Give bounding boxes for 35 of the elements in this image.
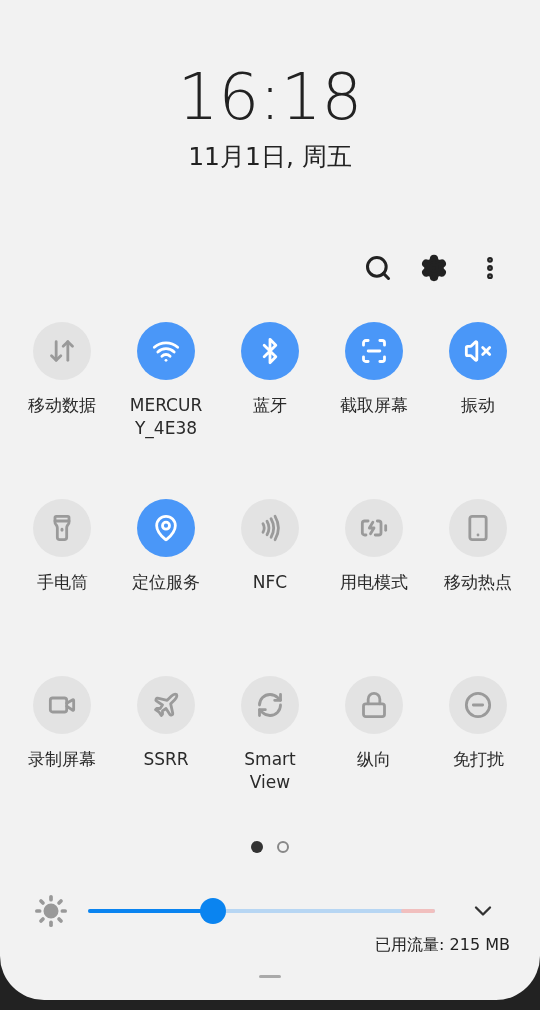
toggle-label: 截取屏幕 bbox=[340, 394, 408, 417]
toggle-button[interactable] bbox=[241, 322, 299, 380]
minus-circle-icon bbox=[464, 691, 492, 719]
toggle-label: MERCUR Y_4E38 bbox=[129, 394, 203, 440]
toggle-label: 移动数据 bbox=[28, 394, 96, 417]
toggle-label: 免打扰 bbox=[452, 748, 504, 771]
toggle-label: 蓝牙 bbox=[253, 394, 287, 417]
brightness-icon bbox=[34, 894, 68, 928]
toggle-label: 纵向 bbox=[357, 748, 391, 771]
toggle-label: 用电模式 bbox=[340, 571, 408, 594]
cycle-icon bbox=[256, 691, 284, 719]
toggle-label: 手电筒 bbox=[36, 571, 88, 594]
slider-thumb[interactable] bbox=[199, 898, 226, 924]
toggle-label: 振动 bbox=[461, 394, 495, 417]
date-text: 11月1日, 周五 bbox=[188, 141, 352, 173]
toggle-button[interactable] bbox=[345, 322, 403, 380]
toggle-button[interactable] bbox=[449, 322, 507, 380]
toggle-button[interactable] bbox=[137, 499, 195, 557]
toggle-label: NFC bbox=[252, 571, 288, 594]
toggle-label: 移动热点 bbox=[444, 571, 512, 594]
mute-icon bbox=[464, 337, 492, 365]
data-usage-text: 已用流量: 215 MB bbox=[375, 934, 510, 956]
toggle-label: 定位服务 bbox=[132, 571, 200, 594]
drag-handle[interactable] bbox=[259, 975, 281, 978]
arrows-icon bbox=[48, 337, 76, 365]
toggle-button[interactable] bbox=[137, 322, 195, 380]
toggle-label: Smart View bbox=[244, 748, 296, 794]
clock-time: 16:18 bbox=[177, 59, 363, 136]
screenshot-icon bbox=[360, 337, 388, 365]
lock-icon bbox=[360, 691, 388, 719]
search-icon[interactable] bbox=[364, 254, 392, 282]
location-pin-icon bbox=[152, 514, 180, 542]
toggle-label: 录制屏幕 bbox=[28, 748, 96, 771]
plane-icon bbox=[152, 691, 180, 719]
toggle-label: SSRR bbox=[143, 748, 189, 771]
